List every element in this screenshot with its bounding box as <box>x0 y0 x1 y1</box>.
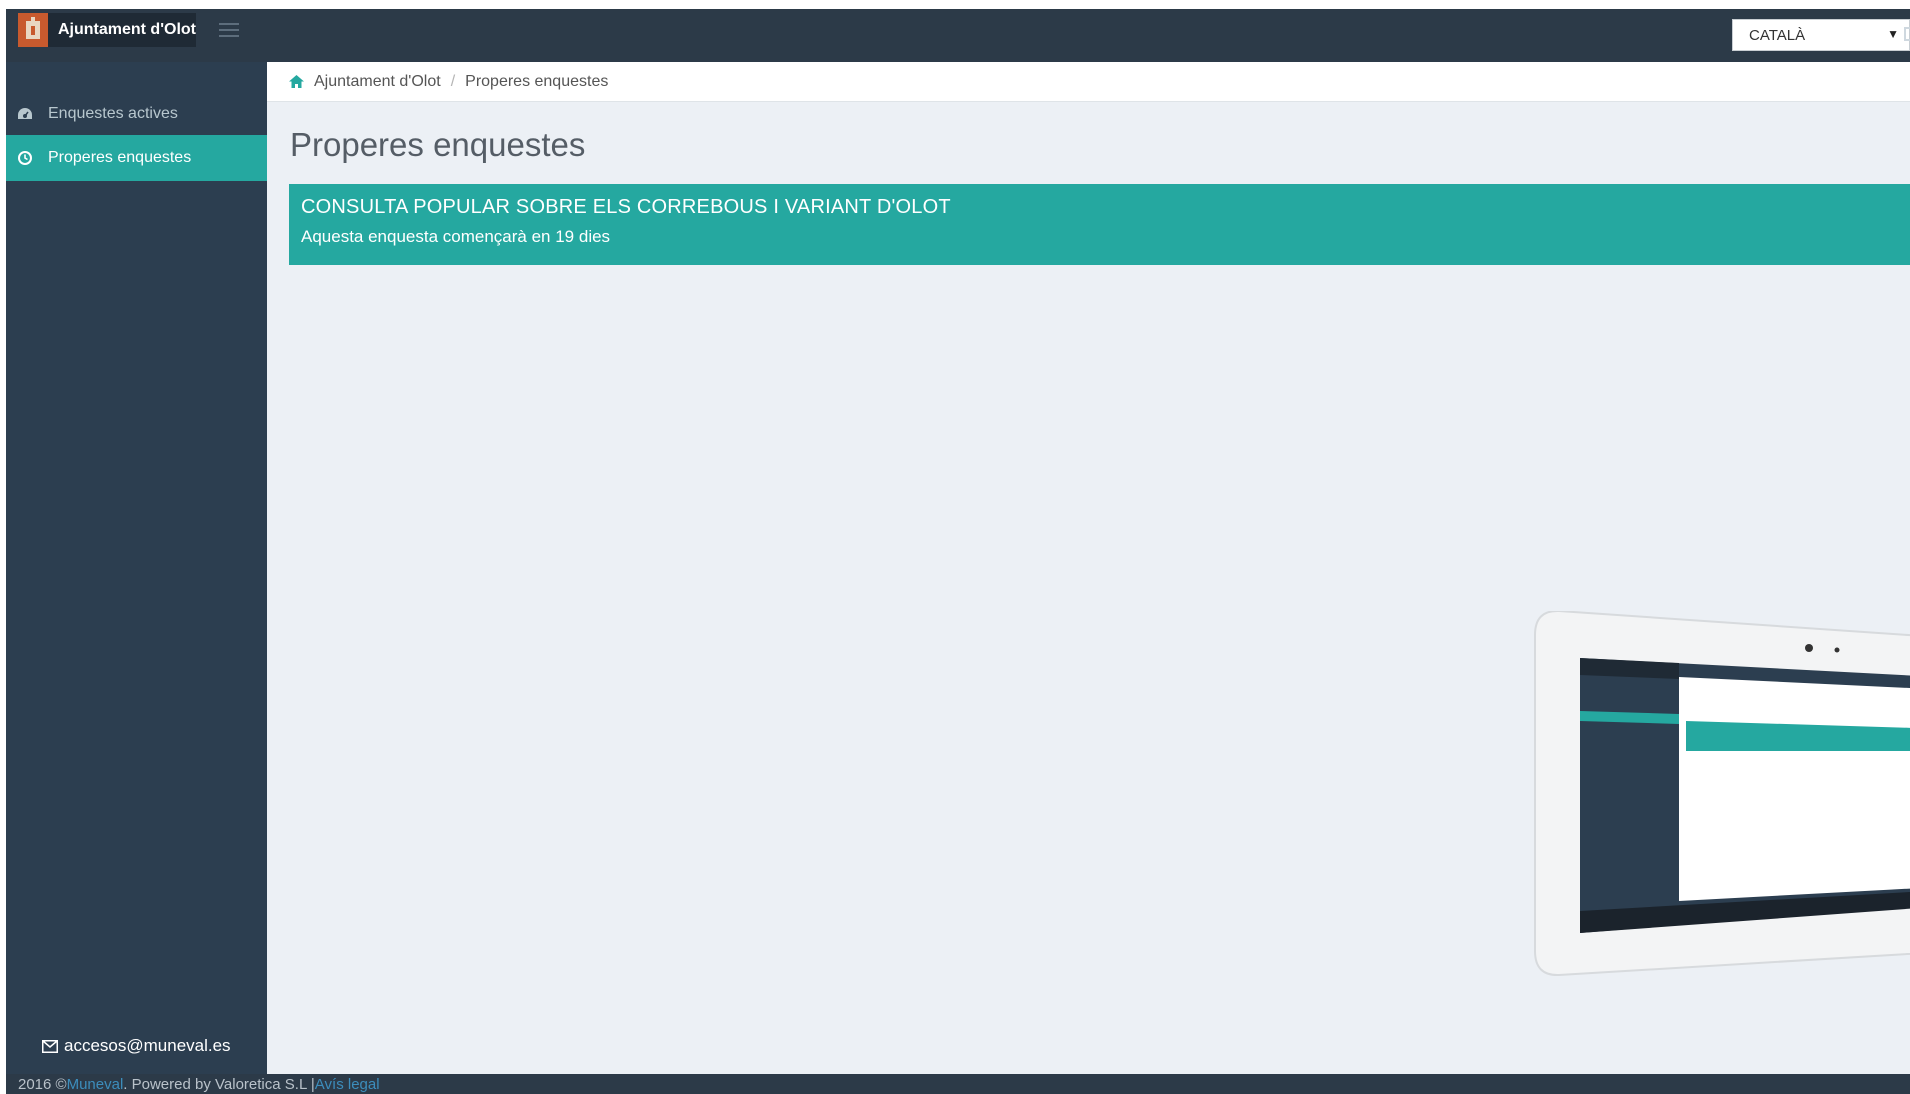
breadcrumb-separator: / <box>450 72 456 90</box>
sidebar-item-properes-enquestes[interactable]: Properes enquestes <box>6 135 267 181</box>
sidebar-item-enquestes-actives[interactable]: Enquestes actives <box>6 91 267 137</box>
footer-muneval-link[interactable]: Muneval <box>67 1076 124 1093</box>
main-content: Ajuntament d'Olot / Properes enquestes P… <box>267 62 1910 1074</box>
page-title: Properes enquestes <box>290 126 586 163</box>
upcoming-survey-card[interactable]: CONSULTA POPULAR SOBRE ELS CORREBOUS I V… <box>289 184 1910 265</box>
footer: 2016 © Muneval . Powered by Valoretica S… <box>6 1074 1910 1094</box>
top-navbar: Ajuntament d'Olot CATALÀ ▼ <box>6 9 1910 62</box>
footer-copyright: 2016 © <box>18 1075 67 1093</box>
sidebar-item-label: Properes enquestes <box>48 149 192 166</box>
brand-name: Ajuntament d'Olot <box>57 21 196 38</box>
breadcrumb-home-link[interactable]: Ajuntament d'Olot <box>314 73 441 91</box>
user-menu-icon[interactable] <box>1904 27 1910 41</box>
sidebar-item-label: Enquestes actives <box>48 105 178 122</box>
caret-down-icon: ▼ <box>1887 27 1899 41</box>
survey-countdown: Aquesta enquesta començarà en 19 dies <box>301 227 611 246</box>
clock-icon <box>16 149 34 167</box>
survey-title: CONSULTA POPULAR SOBRE ELS CORREBOUS I V… <box>301 196 951 218</box>
language-select[interactable]: CATALÀ ▼ <box>1732 19 1910 51</box>
home-icon[interactable] <box>289 75 304 88</box>
breadcrumb-current: Properes enquestes <box>465 72 609 90</box>
app-frame: Ajuntament d'Olot CATALÀ ▼ Enquestes act… <box>6 9 1910 1094</box>
sidebar-toggle-icon[interactable] <box>219 23 239 39</box>
footer-legal-link[interactable]: Avís legal <box>315 1076 380 1093</box>
contact-email-link[interactable]: accesos@muneval.es <box>42 1036 231 1056</box>
sidebar: Enquestes actives Properes enquestes acc… <box>6 62 267 1074</box>
breadcrumb: Ajuntament d'Olot / Properes enquestes <box>267 62 1910 102</box>
devices-illustration <box>1529 609 1910 1071</box>
city-crest-icon <box>18 13 48 47</box>
brand-logo-link[interactable]: Ajuntament d'Olot <box>18 13 196 47</box>
dashboard-icon <box>16 105 34 123</box>
contact-email-text: accesos@muneval.es <box>64 1036 231 1055</box>
language-select-value: CATALÀ <box>1749 26 1806 44</box>
footer-powered-text: . Powered by Valoretica S.L | <box>123 1075 315 1093</box>
envelope-icon <box>42 1039 58 1053</box>
